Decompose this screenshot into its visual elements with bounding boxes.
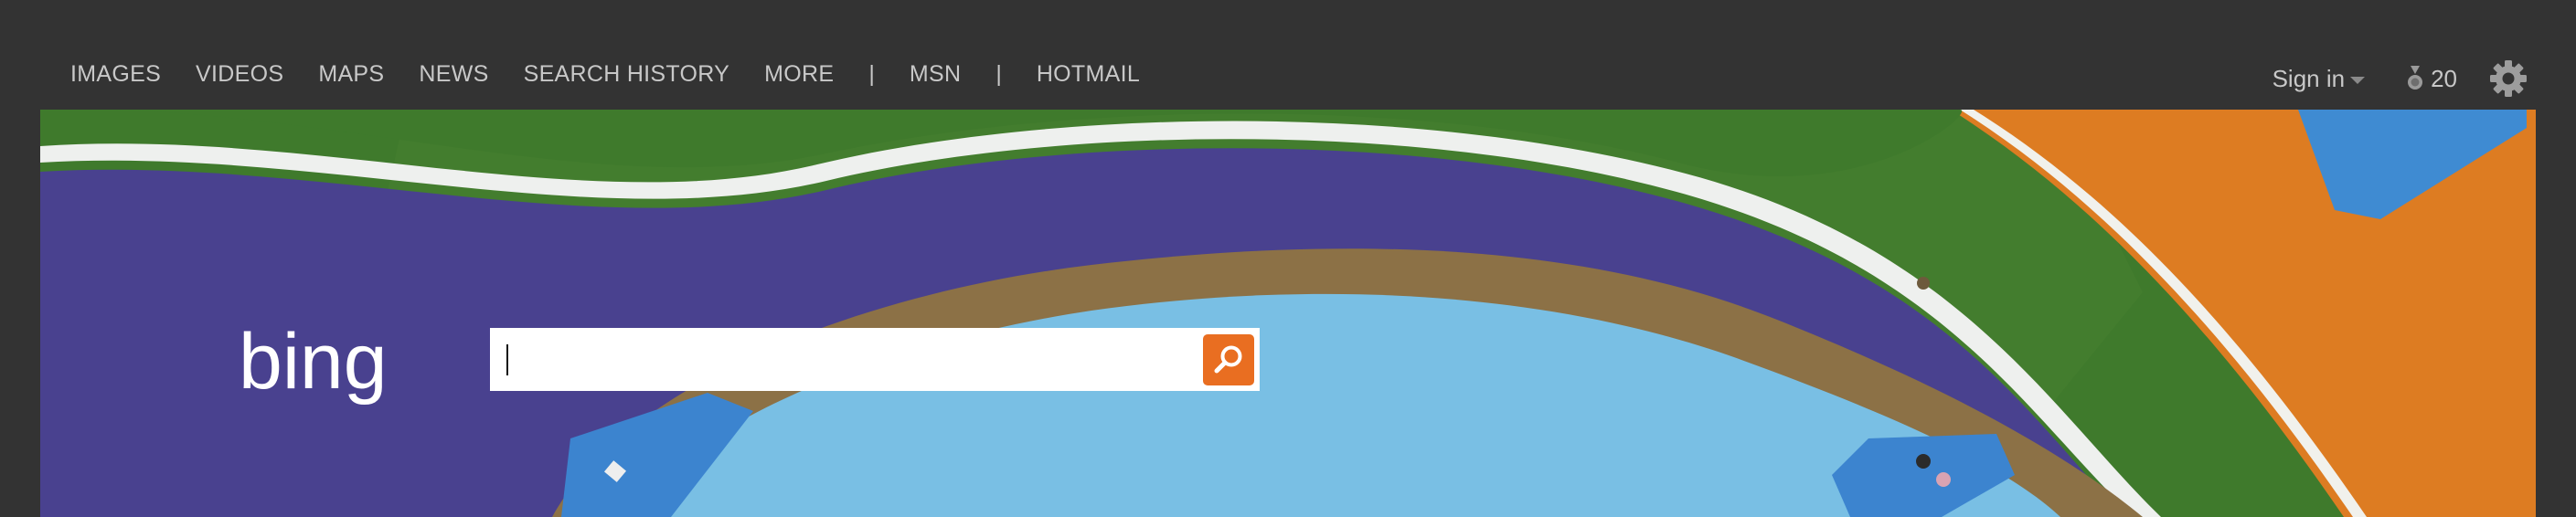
nav-link-maps[interactable]: MAPS (318, 61, 384, 88)
account-area: Sign in 20 (2273, 58, 2528, 99)
rewards-button[interactable]: 20 (2405, 65, 2457, 93)
search-bar (490, 328, 1260, 391)
bing-logo-text: bing (239, 322, 388, 406)
nav-link-images[interactable]: IMAGES (70, 61, 161, 88)
bing-logo[interactable]: bing (239, 322, 496, 414)
medal-icon (2408, 66, 2423, 90)
search-input[interactable] (490, 328, 1194, 391)
search-button[interactable] (1203, 334, 1254, 385)
hero-background: bing (40, 110, 2536, 517)
nav-separator: | (995, 60, 1002, 87)
sign-in-button[interactable]: Sign in (2273, 65, 2366, 93)
text-cursor (506, 344, 508, 375)
top-navigation: IMAGES VIDEOS MAPS NEWS SEARCH HISTORY M… (0, 0, 2576, 110)
nav-link-videos[interactable]: VIDEOS (196, 61, 283, 88)
nav-links: IMAGES VIDEOS MAPS NEWS SEARCH HISTORY M… (70, 58, 1175, 90)
nav-link-hotmail[interactable]: HOTMAIL (1037, 61, 1140, 88)
nav-link-msn[interactable]: MSN (910, 61, 961, 88)
nav-link-more[interactable]: MORE (764, 61, 834, 88)
bing-homepage: IMAGES VIDEOS MAPS NEWS SEARCH HISTORY M… (0, 0, 2576, 517)
sign-in-label: Sign in (2272, 64, 2346, 92)
nav-link-news[interactable]: NEWS (419, 61, 488, 88)
background-image (40, 110, 2536, 517)
nav-link-search-history[interactable]: SEARCH HISTORY (524, 61, 730, 88)
nav-separator: | (868, 60, 875, 87)
rewards-count: 20 (2431, 64, 2457, 92)
search-icon (1214, 345, 1242, 374)
chevron-down-icon (2350, 77, 2366, 84)
gear-icon[interactable] (2488, 58, 2528, 99)
